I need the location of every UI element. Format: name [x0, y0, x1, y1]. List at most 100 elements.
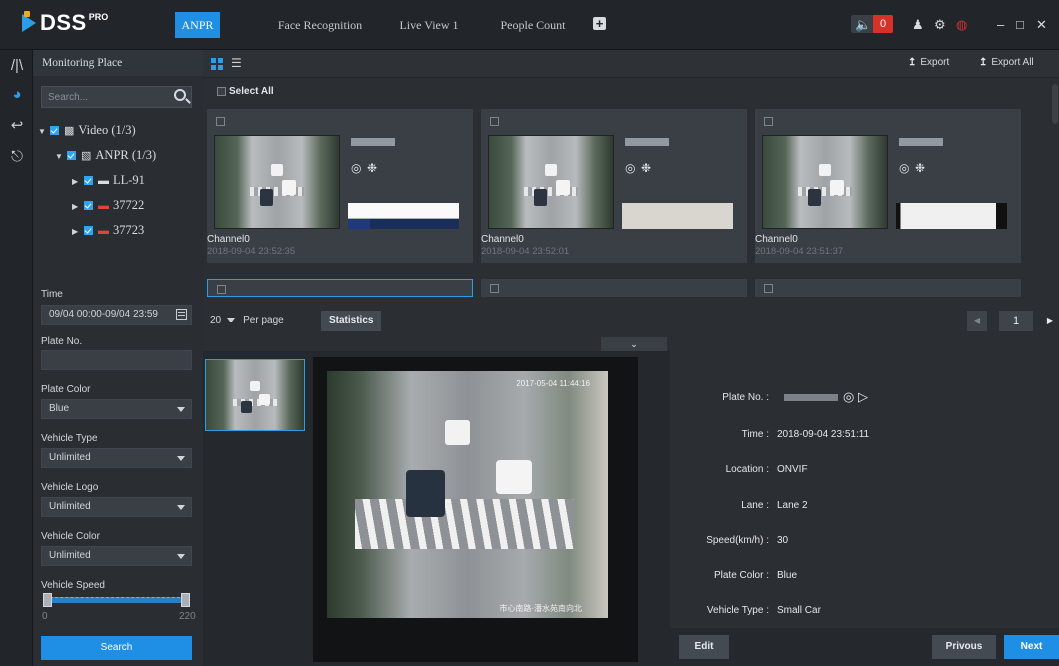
edit-button[interactable]: Edit — [679, 635, 729, 659]
detail-actions: Edit Privous Next — [670, 628, 1059, 666]
detail-thumbnail[interactable] — [205, 359, 305, 431]
list-view-icon[interactable]: ☰ — [231, 56, 242, 70]
add-tab-icon[interactable]: + — [593, 17, 606, 30]
playback-icon[interactable]: ❉ — [915, 161, 925, 175]
user-icon[interactable]: ♟ — [912, 17, 924, 33]
snapshot-image[interactable] — [488, 135, 614, 229]
video-group-icon: ▩ — [64, 125, 75, 137]
gear-icon[interactable]: ⚙ — [934, 17, 946, 33]
collapse-arrow-icon[interactable]: ▶ — [72, 223, 84, 241]
result-card[interactable]: ◎ ❉ Channel0 2018-09-04 23:52:01 — [481, 109, 747, 263]
chevron-down-icon: ⌄ — [630, 339, 638, 349]
card-checkbox[interactable] — [764, 117, 773, 126]
plate-color-select[interactable]: Blue — [41, 399, 192, 419]
card-checkbox[interactable] — [764, 284, 773, 293]
speed-min-handle[interactable] — [43, 593, 52, 607]
tab-people-count[interactable]: People Count — [492, 12, 574, 38]
next-page-icon[interactable]: ▶ — [1041, 311, 1059, 331]
tab-anpr[interactable]: ANPR — [175, 12, 220, 38]
page-number[interactable]: 1 — [999, 311, 1033, 331]
search-button[interactable]: Search — [41, 636, 192, 660]
close-icon[interactable]: ✕ — [1036, 17, 1047, 33]
tree-item-anpr[interactable]: ▼ ▧ ANPR (1/3) — [55, 146, 156, 164]
result-card-partial[interactable] — [755, 279, 1021, 297]
playback-icon[interactable]: ❉ — [641, 161, 651, 175]
time-label: Time — [41, 289, 63, 300]
dropdown-arrow-icon[interactable] — [227, 317, 236, 322]
alarm-light-icon[interactable]: ⎋ — [7, 147, 27, 167]
tree-item-ll91[interactable]: ▶ ▬ LL-91 — [72, 171, 145, 189]
locate-icon[interactable]: ◎ — [899, 161, 909, 175]
grid-view-icon[interactable] — [211, 58, 223, 70]
card-checkbox[interactable] — [216, 117, 225, 126]
app-logo: DSS PRO — [22, 11, 108, 35]
vehicle-logo-select[interactable]: Unlimited — [41, 497, 192, 517]
tab-face-recognition[interactable]: Face Recognition — [270, 12, 370, 38]
plate-value-blurred — [784, 394, 838, 401]
info-key: Plate No. : — [722, 392, 769, 403]
locate-icon[interactable]: ◎ — [843, 389, 854, 404]
result-card-partial[interactable] — [207, 279, 473, 297]
detail-panel: 2017-05-04 11:44:16 市心南路·潘水苑南向北 Plate No… — [203, 351, 1059, 666]
results-scrollbar[interactable] — [1052, 84, 1058, 124]
collapse-arrow-icon[interactable]: ▶ — [72, 198, 84, 216]
previous-button[interactable]: Privous — [932, 635, 996, 659]
tree-item-video[interactable]: ▼ ▩ Video (1/3) — [38, 121, 136, 139]
prev-page-icon[interactable]: ◀ — [967, 311, 987, 331]
checkbox-icon[interactable] — [84, 225, 93, 235]
result-card[interactable]: ◎ ❉ Channel0 2018-09-04 23:51:37 — [755, 109, 1021, 263]
anpr-module-icon[interactable]: ◕ — [7, 85, 27, 105]
alarm-count-badge[interactable]: 0 — [873, 15, 893, 33]
plate-no-field[interactable] — [41, 350, 192, 370]
gauge-icon[interactable]: ◍ — [956, 17, 967, 33]
collapse-detail-button[interactable]: ⌄ — [601, 337, 667, 351]
tree-item-37723[interactable]: ▶ ▬ 37723 — [72, 221, 144, 239]
card-checkbox[interactable] — [490, 284, 499, 293]
checkbox-icon[interactable] — [50, 125, 59, 135]
card-timestamp: 2018-09-04 23:52:35 — [207, 246, 296, 257]
per-page-value[interactable]: 20 — [210, 315, 221, 326]
select-all-checkbox[interactable]: Select All — [217, 86, 274, 97]
export-button[interactable]: ↥ Export — [908, 57, 949, 68]
time-range-field[interactable]: 09/04 00:00-09/04 23:59 — [41, 305, 192, 325]
playback-icon[interactable]: ❉ — [367, 161, 377, 175]
plate-color-value: Blue — [49, 403, 70, 414]
search-icon[interactable] — [174, 89, 186, 101]
checkbox-icon[interactable] — [84, 175, 93, 185]
road-icon[interactable]: /|\ — [7, 56, 27, 76]
speed-max-handle[interactable] — [181, 593, 190, 607]
collapse-arrow-icon[interactable]: ▶ — [72, 173, 84, 191]
locate-icon[interactable]: ◎ — [625, 161, 635, 175]
export-all-button[interactable]: ↥ Export All — [979, 57, 1034, 68]
info-key: Lane : — [741, 500, 769, 511]
checkbox-icon[interactable] — [84, 200, 93, 210]
search-input[interactable] — [42, 87, 162, 107]
expand-arrow-icon[interactable]: ▼ — [38, 123, 50, 141]
snapshot-image[interactable] — [762, 135, 888, 229]
card-checkbox[interactable] — [217, 285, 226, 294]
expand-arrow-icon[interactable]: ▼ — [55, 148, 67, 166]
play-icon[interactable]: ▷ — [858, 389, 868, 404]
card-channel: Channel0 — [481, 234, 524, 245]
info-value: Blue — [777, 570, 798, 581]
speaker-icon[interactable]: 🔈 — [855, 17, 871, 33]
route-icon[interactable]: ↩ — [7, 116, 27, 136]
locate-icon[interactable]: ◎ — [351, 161, 361, 175]
minimize-icon[interactable]: – — [997, 17, 1004, 33]
result-card[interactable]: ◎ ❉ Channel0 2018-09-04 23:52:35 — [207, 109, 473, 263]
result-card-partial[interactable] — [481, 279, 747, 297]
statistics-button[interactable]: Statistics — [321, 311, 382, 331]
maximize-icon[interactable]: □ — [1016, 17, 1024, 33]
calendar-icon[interactable] — [176, 309, 187, 320]
card-checkbox[interactable] — [490, 117, 499, 126]
snapshot-image[interactable] — [214, 135, 340, 229]
speed-slider-track[interactable] — [45, 597, 185, 603]
vehicle-type-select[interactable]: Unlimited — [41, 448, 192, 468]
vehicle-color-select[interactable]: Unlimited — [41, 546, 192, 566]
per-page-control[interactable]: 20 Per page — [210, 315, 284, 326]
next-button[interactable]: Next — [1004, 635, 1059, 659]
tab-live-view[interactable]: Live View 1 — [394, 12, 464, 38]
tree-item-37722[interactable]: ▶ ▬ 37722 — [72, 196, 144, 214]
checkbox-icon[interactable] — [67, 150, 76, 160]
anpr-camera-icon: ▬ — [98, 200, 109, 212]
